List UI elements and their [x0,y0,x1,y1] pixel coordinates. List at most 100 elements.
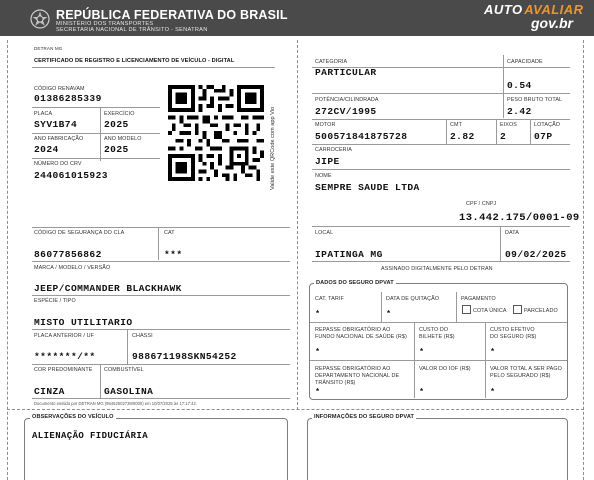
ano-fabricacao-value: 2024 [34,144,59,155]
valor-iof-value: * [420,387,424,396]
potencia-label: POTÊNCIA/CILINDRADA [315,97,379,103]
data-label: DATA [505,230,519,236]
cmt-value: 2.82 [450,131,475,142]
codigo-seguranca-label: CÓDIGO DE SEGURANÇA DO CLA [34,230,125,236]
data-quitacao-value: * [387,309,391,318]
divider [530,119,531,144]
divider [32,67,275,68]
local-value: IPATINGA MG [315,249,383,260]
placa-anterior-label: PLACA ANTERIOR / UF [34,333,95,339]
brand-auto-text: AUTO [484,2,523,17]
observacoes-title: OBSERVAÇÕES DO VEÍCULO [30,414,116,420]
placa-label: PLACA [34,111,53,117]
cota-unica-checkbox[interactable] [462,305,471,314]
cota-unica-label: COTA ÚNICA [473,308,507,314]
data-quitacao-label: DATA DE QUITAÇÃO [386,296,440,302]
divider [310,322,567,323]
valor-total-label-2: PELO SEGURADO (R$) [490,373,551,379]
divider [312,119,570,120]
especie-tipo-value: MISTO UTILITARIO [34,317,133,328]
pagamento-label: PAGAMENTO [461,296,496,302]
divider [32,133,160,134]
especie-tipo-label: ESPÉCIE / TIPO [34,298,76,304]
combustivel-label: COMBUSTÍVEL [104,367,144,373]
parcelado-label: PARCELADO [524,308,558,314]
exercicio-value: 2025 [104,119,129,130]
repasse-denatran-label-2: DEPARTAMENTO NACIONAL DE [315,373,400,379]
divider [312,144,570,145]
placa-anterior-value: *******/** [34,351,96,362]
cat-value: *** [164,249,183,260]
marca-modelo-label: MARCA / MODELO / VERSÃO [34,265,111,271]
left-cut-line [7,40,8,480]
placa-value: SYV1B74 [34,119,78,130]
cmt-label: CMT [450,122,462,128]
qr-validate-caption: Valide este QRCode com app Vio [270,106,276,190]
custo-bilhete-label-1: CUSTO DO [419,327,449,333]
govbr-logo: gov.br [531,15,574,31]
cat-tarif-value: * [316,309,320,318]
dpvat-title: DADOS DO SEGURO DPVAT [314,280,396,286]
combustivel-value: GASOLINA [104,386,154,397]
repasse-fns-value: * [316,347,320,356]
codigo-seguranca-value: 86077856862 [34,249,102,260]
divider [158,227,159,260]
divider [100,364,101,398]
data-value: 09/02/2025 [505,249,567,260]
divider [503,55,504,93]
brazil-coat-of-arms-icon [30,9,50,29]
nome-label: NOME [315,173,332,179]
peso-bruto-label: PESO BRUTO TOTAL [507,97,563,103]
issued-note: Documento emitido por DETRAN MG (9545250… [34,401,197,406]
divider [32,261,290,262]
capacidade-label: CAPACIDADE [507,59,543,65]
local-label: LOCAL [315,230,334,236]
ano-modelo-label: ANO MODELO [104,136,142,142]
motor-value: 500571841875728 [315,131,408,142]
peso-bruto-value: 2.42 [507,106,532,117]
divider [32,107,160,108]
signed-note: ASSINADO DIGITALMENTE PELO DETRAN [381,266,493,272]
informacoes-dpvat-box [307,418,568,480]
chassi-label: CHASSI [132,333,153,339]
bottom-cut-line [7,409,584,410]
custo-efetivo-label-1: CUSTO EFETIVO [490,327,535,333]
cat-tarif-label: CAT. TARIF [315,296,344,302]
custo-bilhete-label-2: BILHETE (R$) [419,334,455,340]
nome-value: SEMPRE SAUDE LTDA [315,182,420,193]
divider [32,329,290,330]
cpf-cnpj-value: 13.442.175/0001-09 [459,212,580,224]
divider [312,93,570,94]
cor-label: COR PREDOMINANTE [34,367,93,373]
secretariat-label: SECRETARIA NACIONAL DE TRÂNSITO - SENATR… [56,27,208,33]
document-title: CERTIFICADO DE REGISTRO E LICENCIAMENTO … [34,58,235,64]
divider [312,261,570,262]
divider [312,169,570,170]
repasse-fns-label-2: FUNDO NACIONAL DE SAÚDE (R$) [315,334,407,340]
divider [32,295,290,296]
divider [312,226,570,227]
lotacao-value: 07P [534,131,553,142]
divider [32,227,290,228]
categoria-value: PARTICULAR [315,67,377,78]
divider [32,398,290,399]
divider [381,292,382,322]
divider [500,226,501,261]
eixos-value: 2 [500,131,507,142]
carroceria-label: CARROCERIA [315,147,352,153]
marca-modelo-value: JEEP/COMMANDER BLACKHAWK [34,283,182,294]
capacidade-value: 0.54 [507,80,532,91]
center-cut-line [297,40,298,410]
custo-efetivo-value: * [491,347,495,356]
ano-modelo-value: 2025 [104,144,129,155]
valor-total-value: * [491,387,495,396]
cat-label: CAT [164,230,175,236]
parcelado-checkbox[interactable] [513,305,522,314]
repasse-denatran-label-3: TRÂNSITO (R$) [315,380,356,386]
numero-crv-label: NÚMERO DO CRV [34,161,82,167]
divider [446,119,447,144]
potencia-value: 272CV/1995 [315,106,377,117]
informacoes-title: INFORMAÇÕES DO SEGURO DPVAT [312,414,417,420]
ano-fabricacao-label: ANO FABRICAÇÃO [34,136,84,142]
qr-code [168,85,264,181]
